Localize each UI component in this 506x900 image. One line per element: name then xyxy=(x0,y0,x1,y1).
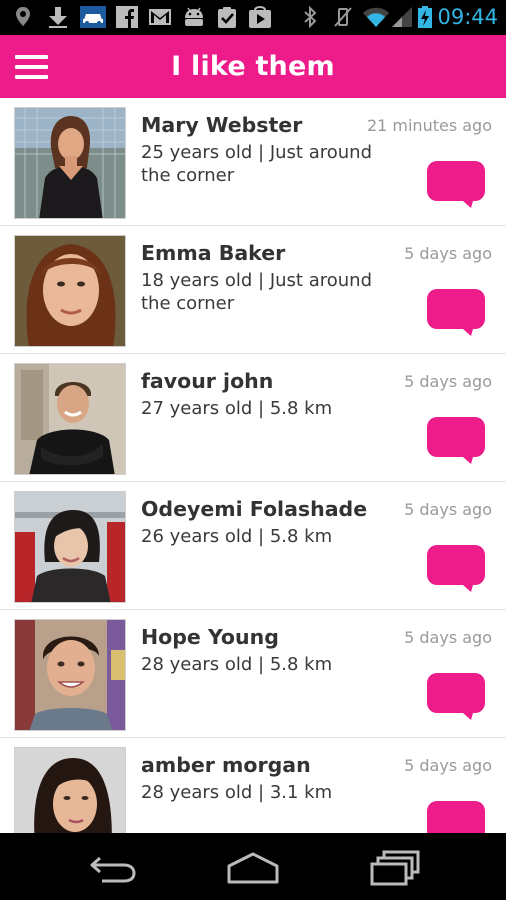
facebook-icon xyxy=(116,6,138,28)
bluetooth-icon xyxy=(304,6,317,28)
chat-bubble-icon[interactable] xyxy=(427,161,485,209)
like-time: 5 days ago xyxy=(404,500,492,519)
person-name: Mary Webster xyxy=(141,113,303,137)
chat-bubble-icon[interactable] xyxy=(427,801,485,833)
person-name: favour john xyxy=(141,369,274,393)
clock: 09:44 xyxy=(437,5,498,29)
like-time: 5 days ago xyxy=(404,244,492,263)
person-name: Emma Baker xyxy=(141,241,286,265)
back-icon[interactable] xyxy=(84,848,140,888)
list-item[interactable]: amber morgan 28 years old | 3.1 km 5 day… xyxy=(0,738,506,833)
gmail-icon xyxy=(149,9,171,25)
like-time: 5 days ago xyxy=(404,372,492,391)
chat-bubble-icon[interactable] xyxy=(427,417,485,465)
list-item[interactable]: favour john 27 years old | 5.8 km 5 days… xyxy=(0,354,506,482)
list-item[interactable]: Odeyemi Folashade 26 years old | 5.8 km … xyxy=(0,482,506,610)
like-time: 5 days ago xyxy=(404,628,492,647)
avatar[interactable] xyxy=(14,491,126,603)
app-bar: I like them xyxy=(0,35,506,98)
chat-bubble-icon[interactable] xyxy=(427,545,485,593)
home-icon[interactable] xyxy=(225,848,281,888)
person-detail: 27 years old | 5.8 km xyxy=(141,398,333,419)
avatar[interactable] xyxy=(14,619,126,731)
person-detail: 28 years old | 3.1 km xyxy=(141,782,333,803)
chat-bubble-icon[interactable] xyxy=(427,673,485,721)
avatar[interactable] xyxy=(14,235,126,347)
navigation-bar xyxy=(0,833,506,900)
wifi-icon xyxy=(363,7,389,27)
person-name: Hope Young xyxy=(141,625,279,649)
person-detail: 26 years old | 5.8 km xyxy=(141,526,333,547)
like-time: 5 days ago xyxy=(404,756,492,775)
avatar[interactable] xyxy=(14,747,126,833)
clipboard-check-icon xyxy=(218,7,236,28)
status-bar: 09:44 xyxy=(0,0,506,35)
avatar[interactable] xyxy=(14,107,126,219)
person-detail: 28 years old | 5.8 km xyxy=(141,654,333,675)
like-time: 21 minutes ago xyxy=(366,116,492,135)
list-item[interactable]: Emma Baker 18 years old | Just around th… xyxy=(0,226,506,354)
avatar[interactable] xyxy=(14,363,126,475)
person-name: Odeyemi Folashade xyxy=(141,497,368,521)
person-name: amber morgan xyxy=(141,753,311,777)
list-item[interactable]: Mary Webster 25 years old | Just around … xyxy=(0,98,506,226)
play-store-icon xyxy=(249,6,271,28)
liked-people-list[interactable]: Mary Webster 25 years old | Just around … xyxy=(0,98,506,833)
list-item[interactable]: Hope Young 28 years old | 5.8 km 5 days … xyxy=(0,610,506,738)
chat-bubble-icon[interactable] xyxy=(427,289,485,337)
car-icon xyxy=(80,6,106,28)
signal-icon xyxy=(392,7,412,27)
battery-charging-icon xyxy=(418,6,432,28)
page-title: I like them xyxy=(171,51,335,82)
download-icon xyxy=(49,7,67,28)
person-detail: 25 years old | Just around the corner xyxy=(141,142,372,186)
android-icon xyxy=(185,7,203,26)
location-pin-icon xyxy=(16,7,30,26)
vibrate-icon xyxy=(334,7,352,27)
person-detail: 18 years old | Just around the corner xyxy=(141,270,372,314)
recent-apps-icon[interactable] xyxy=(366,848,422,888)
